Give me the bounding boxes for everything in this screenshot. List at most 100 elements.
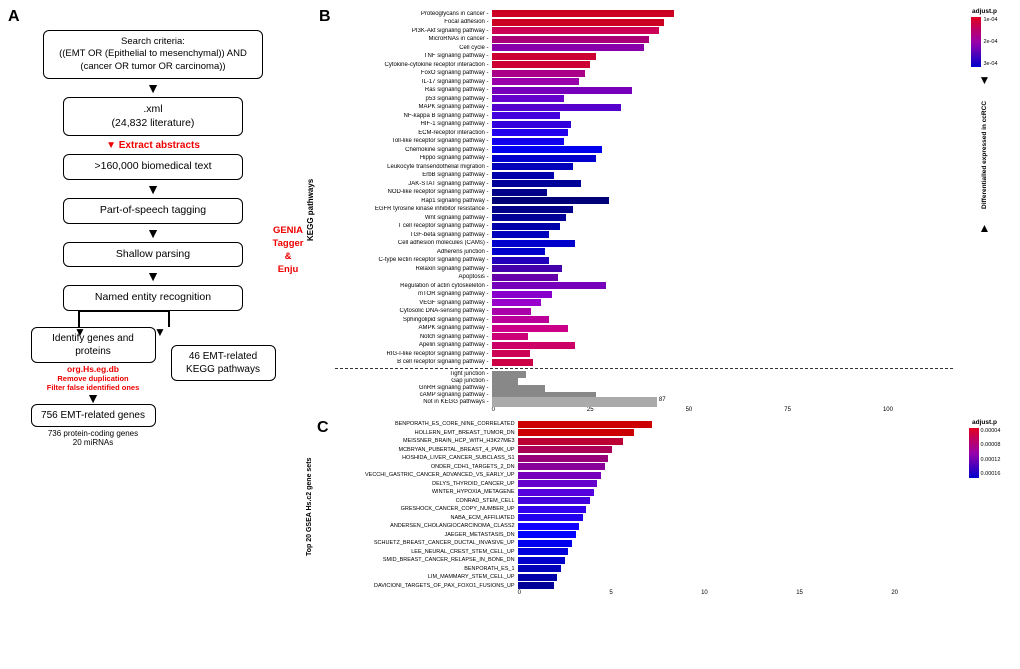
bar-fill-c [518, 438, 623, 445]
bar-fill-b [492, 197, 610, 204]
bar-wrap-b [492, 325, 682, 332]
bar-fill-b [492, 265, 562, 272]
bar-fill-c [518, 531, 576, 538]
bar-fill-c [518, 540, 572, 547]
bar-row-b: Hippo signaling pathway - [335, 155, 953, 162]
bar-wrap-b [492, 121, 682, 128]
x-axis-c: 05101520 [518, 590, 898, 596]
bar-label-dashed: Tight junction - [335, 371, 492, 377]
bar-fill-c [518, 497, 591, 504]
bar-row-c: JAEGER_METASTASIS_DN [333, 531, 953, 538]
bar-wrap-b [492, 36, 682, 43]
bar-wrap-b [492, 206, 682, 213]
bar-wrap-b [492, 248, 682, 255]
bar-fill-b [492, 206, 574, 213]
arrow-1: ▼ [146, 79, 160, 97]
bar-label-b: Proteoglycans in cancer - [335, 11, 492, 17]
bar-row-c: WINTER_HYPOXIA_METAGENE [333, 489, 953, 496]
bar-fill-b [492, 19, 665, 26]
bar-row-c: BENPORATH_ES_1 [333, 565, 953, 572]
bar-row-b: AMPK signaling pathway - [335, 325, 953, 332]
bar-label-b: T cell receptor signaling pathway - [335, 223, 492, 229]
bar-label-b: Toll-like receptor signaling pathway - [335, 138, 492, 144]
bar-fill-b [492, 248, 545, 255]
bar-label-c: MCBRYAN_PUBERTAL_BREAST_4_PWK_UP [333, 447, 518, 453]
arrow-3: ▼ [146, 224, 160, 242]
bar-wrap-c [518, 497, 663, 504]
bar-label-b: Chemokine signaling pathway - [335, 147, 492, 153]
emt-genes-text: 756 EMT-related genes [41, 410, 145, 421]
bar-row-b: Toll-like receptor signaling pathway - [335, 138, 953, 145]
kegg-pathways-text: 46 EMT-relatedKEGG pathways [186, 351, 260, 375]
bar-row-b: EGFR tyrosine kinase inhibitor resistanc… [335, 206, 953, 213]
bar-label-b: NOD-like receptor signaling pathway - [335, 189, 492, 195]
bar-fill-b [492, 274, 559, 281]
pos-tagging-box: Part-of-speech tagging [63, 198, 243, 224]
bar-fill-b [492, 27, 659, 34]
bar-label-b: RIG-I-like receptor signaling pathway - [335, 351, 492, 357]
bar-row-b: IL-17 signaling pathway - [335, 78, 953, 85]
bar-wrap-b [492, 180, 682, 187]
bar-label-b: ErbB signaling pathway - [335, 172, 492, 178]
bar-row-b: NF-kappa B signaling pathway - [335, 112, 953, 119]
legend-c-title: adjust.p [972, 419, 997, 426]
bar-wrap-c [518, 557, 663, 564]
identify-genes-box: Identify genes and proteins [31, 327, 156, 363]
search-criteria-text: Search criteria:((EMT OR (Epithelial to … [59, 36, 247, 72]
bar-wrap-b [492, 299, 682, 306]
bar-wrap-b [492, 87, 682, 94]
gene-counts: 736 protein-coding genes 20 miRNAs [48, 429, 138, 447]
bar-row-b: TNF signaling pathway - [335, 53, 953, 60]
bar-row-b: T cell receptor signaling pathway - [335, 223, 953, 230]
bar-row-b: PI3K-Akt signaling pathway - [335, 27, 953, 34]
bar-wrap-c [518, 574, 663, 581]
xml-text: .xml(24,832 literature) [112, 103, 195, 129]
bar-row-c: MCBRYAN_PUBERTAL_BREAST_4_PWK_UP [333, 446, 953, 453]
bar-wrap-b [492, 308, 682, 315]
bar-row-c: SCHUETZ_BREAST_CANCER_DUCTAL_INVASIVE_UP [333, 540, 953, 547]
bar-row-b: MAPK signaling pathway - [335, 104, 953, 111]
bar-wrap-b [492, 274, 682, 281]
bar-chart-c: BENPORATH_ES_CORE_NINE_CORRELATED HOLLER… [333, 421, 953, 590]
bar-fill-b [492, 359, 534, 366]
gsea-y-axis-label: Top 20 GSEA Hs.c2 gene sets [306, 427, 313, 587]
biomedical-text: >160,000 biomedical text [94, 160, 211, 172]
bar-fill-b [492, 231, 549, 238]
legend-c-gradient-wrap: 0.00004 0.00008 0.00012 0.00016 [969, 428, 1001, 478]
bar-fill-b [492, 180, 581, 187]
bar-fill-b [492, 36, 650, 43]
bar-row-b: mTOR signaling pathway - [335, 291, 953, 298]
bar-label-b: Rap1 signaling pathway - [335, 198, 492, 204]
right-branch: 46 EMT-relatedKEGG pathways [168, 345, 278, 447]
shallow-parsing-box: Shallow parsing [63, 242, 243, 268]
bar-fill-c [518, 523, 580, 530]
up-arrow-b: ▲ [979, 221, 991, 235]
bar-row-b: VEGF signaling pathway - [335, 299, 953, 306]
bar-label-dashed: Gap junction - [335, 378, 492, 384]
kegg-pathways-box: 46 EMT-relatedKEGG pathways [171, 345, 276, 381]
bar-row-c: BENPORATH_ES_CORE_NINE_CORRELATED [333, 421, 953, 428]
search-criteria-box: Search criteria:((EMT OR (Epithelial to … [43, 30, 263, 79]
bar-label-b: AMPK signaling pathway - [335, 325, 492, 331]
bar-fill-b [492, 70, 585, 77]
bar-fill-b [492, 316, 549, 323]
bar-fill-b [492, 146, 602, 153]
bar-wrap-b [492, 138, 682, 145]
bar-label-c: DELYS_THYROID_CANCER_UP [333, 481, 518, 487]
panel-a: A Search criteria:((EMT OR (Epithelial t… [8, 8, 298, 661]
bar-fill-c [518, 446, 612, 453]
bar-row-b: TGF-beta signaling pathway - [335, 231, 953, 238]
mirna-text: 20 miRNAs [73, 438, 113, 447]
bar-row-dashed: Tight junction - [335, 371, 953, 378]
bar-wrap-c [518, 565, 663, 572]
bar-wrap-b [492, 316, 682, 323]
bar-fill-dashed [492, 371, 526, 378]
panel-c-label: C [317, 419, 329, 437]
bar-wrap-b [492, 282, 682, 289]
bar-fill-b [492, 104, 621, 111]
bar-label-c: VECCHI_GASTRIC_CANCER_ADVANCED_VS_EARLY_… [333, 472, 518, 478]
bar-fill-c [518, 480, 598, 487]
bar-label-b: MicroRNAs in cancer - [335, 36, 492, 42]
bar-fill-b [492, 138, 564, 145]
bar-label-c: MEISSNER_BRAIN_HCP_WITH_H3K27ME3 [333, 438, 518, 444]
